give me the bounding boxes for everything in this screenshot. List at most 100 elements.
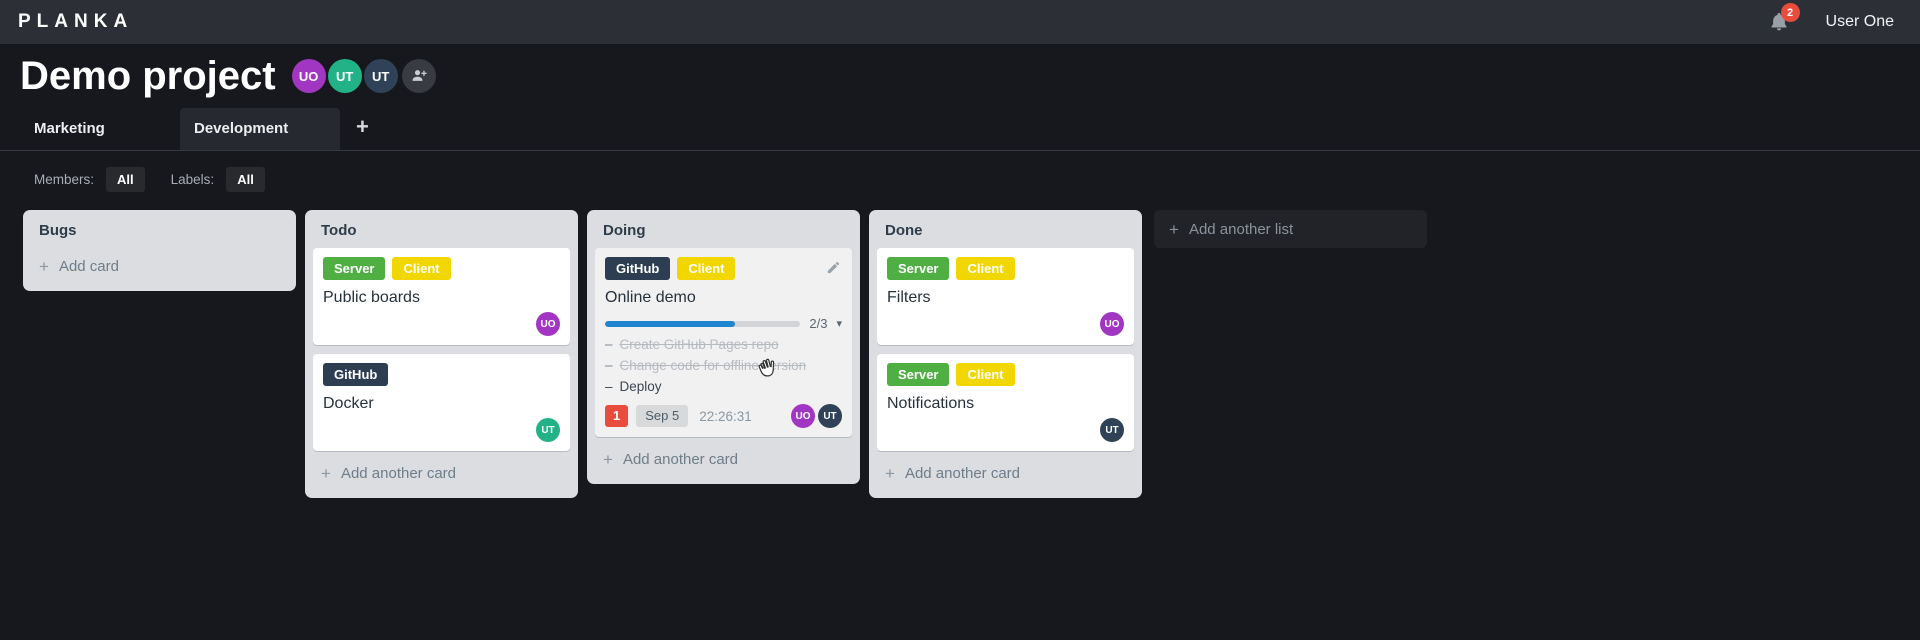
card-labels: Server Client [887,257,1124,287]
card-label: Client [677,257,736,280]
card-member-avatar: UO [791,404,815,428]
task-bullet: – [605,379,613,394]
list-name[interactable]: Bugs [39,222,77,239]
labels-filter-label: Labels: [170,172,215,187]
labels-filter-value[interactable]: All [226,167,265,192]
board-tabs: Marketing Development + [0,108,1920,151]
task-text: Change code for offline version [619,358,807,373]
project-members: UO UT UT [291,59,400,93]
project-member-avatar[interactable]: UO [291,59,326,93]
plus-icon: + [39,257,49,276]
add-member-button[interactable] [401,59,436,93]
add-card-button[interactable]: + Add another card [869,460,1142,496]
list-name[interactable]: Doing [603,222,646,239]
progress-count: 2/3 [809,316,828,331]
card-stack: Server Client Filters UO Server Client Notific… [869,248,1142,451]
card-name: Filters [887,289,931,306]
card-name: Online demo [605,289,696,306]
list-todo: Todo Server Client Public boards UO GitHub Doc… [305,210,578,498]
list-header: Bugs [23,210,296,248]
add-list-button[interactable]: + Add another list [1154,210,1427,248]
card[interactable]: GitHub Client Online demo 2/3 ▾ – Create GitHu… [595,248,852,437]
card-member-avatar: UT [818,404,842,428]
plus-icon: + [321,464,331,483]
card[interactable]: GitHub Docker UT [313,354,570,451]
task-item: – Create GitHub Pages repo [605,337,842,352]
card-members: UO [323,312,560,336]
card-member-avatar: UT [1100,418,1124,442]
card-member-avatar: UO [536,312,560,336]
add-card-label: Add another card [622,451,739,468]
add-card-button[interactable]: + Add another card [587,446,860,482]
progress-bar-fill [605,320,736,327]
project-header: Demo project UO UT UT [0,44,1920,100]
planka-logo[interactable]: PLANKA [18,11,133,33]
edit-card-button[interactable] [824,258,843,280]
plus-icon: + [1169,219,1179,239]
add-board-button[interactable]: + [346,116,379,142]
person-add-icon [412,70,427,81]
task-text: Create GitHub Pages repo [619,337,779,352]
board: Bugs + Add card Todo Server Client Public boar… [0,192,1920,498]
card-name: Notifications [887,395,975,412]
add-list-label: Add another list [1188,220,1294,238]
tab-marketing[interactable]: Marketing [20,108,180,150]
user-menu[interactable]: User One [1826,13,1894,31]
card-labels: GitHub [323,363,560,393]
card-label: Server [887,257,950,280]
list-bugs: Bugs + Add card [23,210,296,291]
task-progress: 2/3 ▾ [605,316,842,331]
card[interactable]: Server Client Notifications UT [877,354,1134,451]
card[interactable]: Server Client Public boards UO [313,248,570,345]
card-members: UO UT [788,404,842,428]
task-bullet: – [605,358,613,373]
add-card-label: Add another card [340,465,457,482]
card-label: Client [956,257,1015,280]
card-labels: GitHub Client [605,257,842,287]
task-bullet: – [605,337,613,352]
plus-icon: + [885,464,895,483]
card-labels: Server Client [887,363,1124,393]
pencil-icon [827,261,840,274]
members-filter-value[interactable]: All [106,167,145,192]
card-members: UT [887,418,1124,442]
card-label: GitHub [605,257,671,280]
list-done: Done Server Client Filters UO Server Client Not… [869,210,1142,498]
task-text: Deploy [619,379,662,394]
list-name[interactable]: Done [885,222,923,239]
members-filter-label: Members: [34,172,95,187]
notification-count-badge: 2 [1780,3,1800,22]
card-member-avatar: UT [536,418,560,442]
card-label: Client [956,363,1015,386]
tab-development[interactable]: Development [180,108,340,150]
list-header: Done [869,210,1142,248]
topbar: PLANKA 2 User One [0,0,1920,44]
list-doing: Doing GitHub Client Online demo 2/3 ▾ – Create … [587,210,860,484]
task-item: – Deploy [605,379,842,394]
topbar-right: 2 User One [1768,3,1894,33]
chevron-down-icon[interactable]: ▾ [836,317,842,330]
progress-bar [605,320,801,327]
card-members: UO [887,312,1124,336]
add-card-button[interactable]: + Add card [23,248,296,289]
card-labels: Server Client [323,257,560,287]
plus-icon: + [603,450,613,469]
card-name: Docker [323,395,374,412]
card-badges: 1 Sep 5 22:26:31 UO UT [605,404,842,428]
list-header: Doing [587,210,860,248]
card[interactable]: Server Client Filters UO [877,248,1134,345]
card-label: GitHub [323,363,389,386]
planka-app: PLANKA 2 User One Demo project UO UT UT Ma… [0,0,1920,498]
project-title[interactable]: Demo project [20,52,276,100]
add-card-button[interactable]: + Add another card [305,460,578,496]
list-name[interactable]: Todo [321,222,357,239]
card-name: Public boards [323,289,420,306]
card-label: Client [392,257,451,280]
add-card-label: Add another card [904,465,1021,482]
card-label: Server [887,363,950,386]
project-member-avatar[interactable]: UT [363,59,398,93]
card-members: UT [323,418,560,442]
project-member-avatar[interactable]: UT [327,59,362,93]
card-label: Server [323,257,386,280]
notifications-button[interactable]: 2 [1768,3,1800,33]
